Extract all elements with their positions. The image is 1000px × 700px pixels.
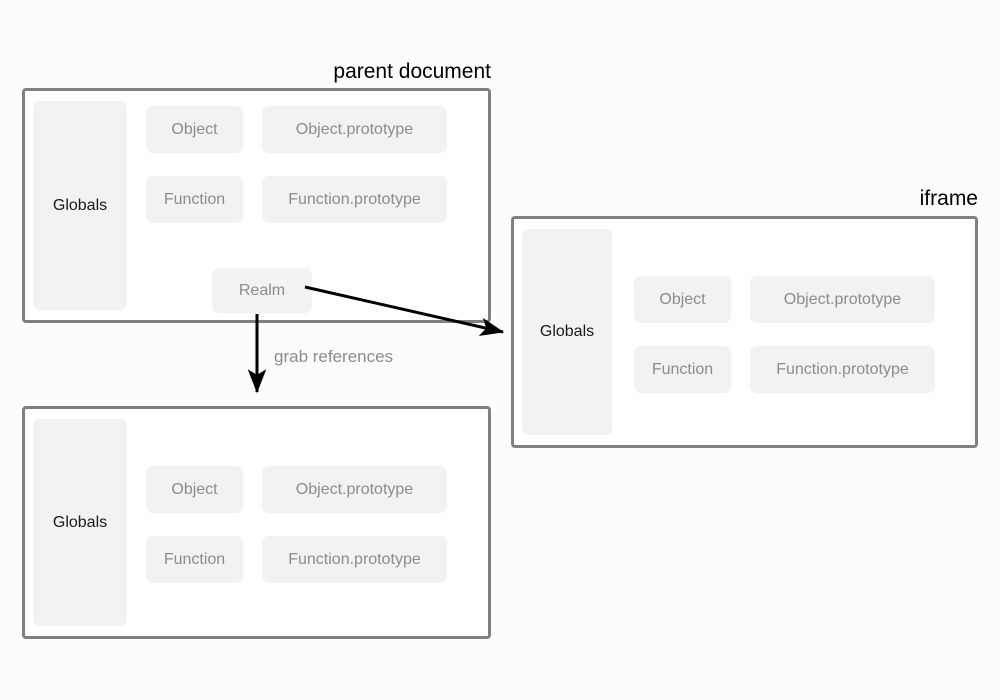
new-realm-chip-object-prototype: Object.prototype	[262, 466, 447, 513]
iframe-chip-object-prototype: Object.prototype	[750, 276, 935, 323]
parent-chip-function: Function	[146, 176, 243, 223]
grab-references-label: grab references	[274, 347, 394, 366]
parent-chip-object: Object	[146, 106, 243, 153]
iframe-globals-box: Globals	[522, 229, 612, 435]
parent-chip-object-prototype: Object.prototype	[262, 106, 447, 153]
iframe-chip-function-prototype: Function.prototype	[750, 346, 935, 393]
new-realm-chip-object: Object	[146, 466, 243, 513]
parent-document-title: parent document	[333, 60, 491, 83]
new-realm-chip-function: Function	[146, 536, 243, 583]
parent-chip-function-prototype: Function.prototype	[262, 176, 447, 223]
parent-globals-box: Globals	[33, 101, 127, 310]
iframe-chip-object: Object	[634, 276, 731, 323]
new-realm-globals-box: Globals	[33, 419, 127, 626]
iframe-title: iframe	[919, 187, 978, 210]
parent-chip-realm: Realm	[212, 268, 312, 313]
new-realm-chip-function-prototype: Function.prototype	[262, 536, 447, 583]
iframe-chip-function: Function	[634, 346, 731, 393]
diagram-canvas: parent document Globals Object Object.pr…	[0, 0, 1000, 700]
